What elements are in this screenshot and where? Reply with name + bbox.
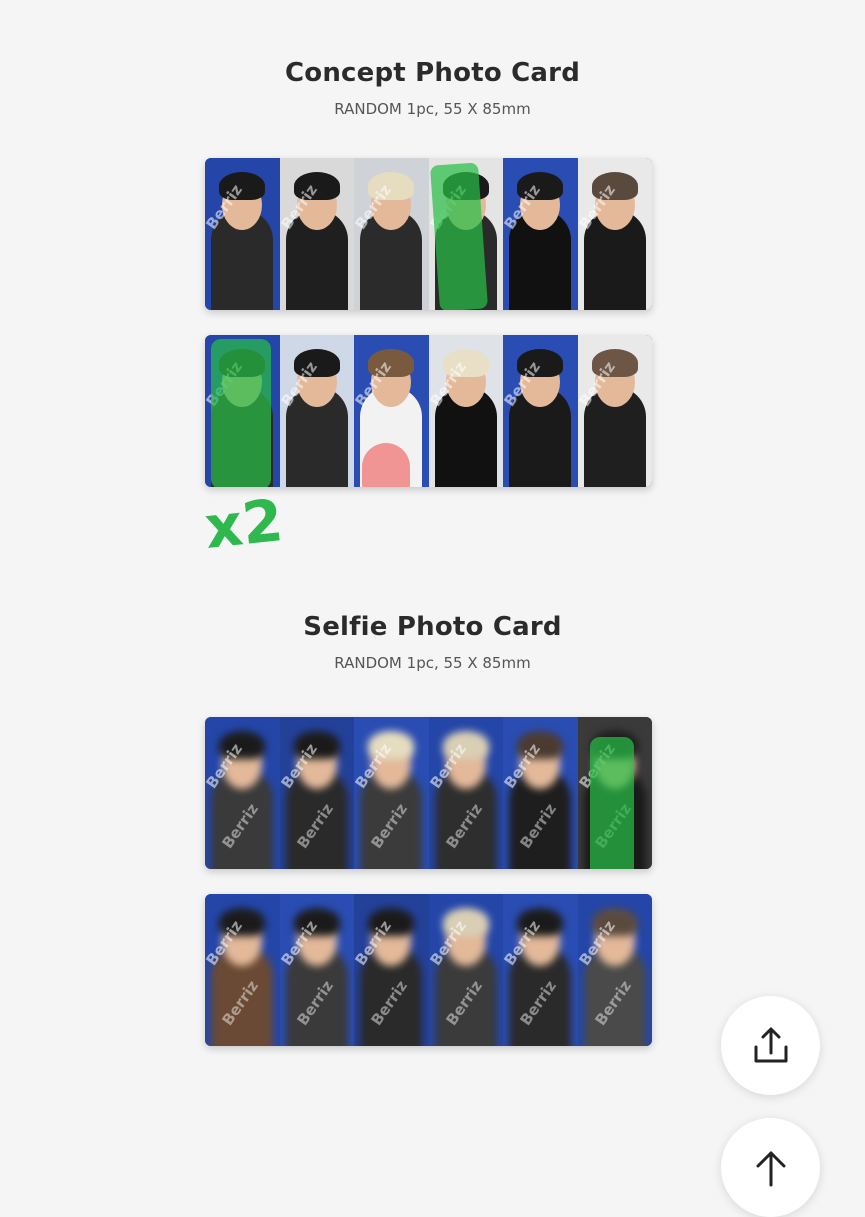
- photo-card: Berriz Berriz: [279, 717, 354, 869]
- scroll-to-top-button[interactable]: [721, 1118, 820, 1217]
- photo-card: Berriz Berriz: [503, 894, 578, 1046]
- photo-card: Berriz: [428, 335, 503, 487]
- photo-card: Berriz: [354, 158, 429, 310]
- photo-card: Berriz: [279, 335, 354, 487]
- selfie-card-row-1: Berriz Berriz Berriz Berriz Berriz Berri…: [205, 717, 652, 869]
- selfie-card-row-2: Berriz Berriz Berriz Berriz Berriz Berri…: [205, 894, 652, 1046]
- photo-card: Berriz Berriz: [354, 717, 429, 869]
- green-highlight-mark: [429, 162, 488, 310]
- photo-card: Berriz Berriz: [577, 894, 652, 1046]
- concept-card-row-2: Berriz Berriz Berriz Berriz Berriz Berri…: [205, 335, 652, 487]
- concept-card-row-1: Berriz Berriz Berriz Berriz Berriz Berri…: [205, 158, 652, 310]
- concept-section-title: Concept Photo Card: [284, 58, 581, 88]
- photo-card: Berriz Berriz: [428, 894, 503, 1046]
- photo-card: Berriz: [205, 335, 280, 487]
- photo-card: Berriz: [279, 158, 354, 310]
- photo-card: Berriz: [577, 335, 652, 487]
- photo-card: Berriz: [503, 335, 578, 487]
- share-button[interactable]: [721, 996, 820, 1095]
- photo-card: Berriz Berriz: [205, 717, 280, 869]
- arrow-up-icon: [756, 1151, 785, 1186]
- photo-card: Berriz Berriz: [354, 894, 429, 1046]
- photo-card: Berriz Berriz: [577, 717, 652, 869]
- photo-card: Berriz: [205, 158, 280, 310]
- concept-section-subtitle: RANDOM 1pc, 55 X 85mm: [334, 100, 531, 118]
- photo-card: Berriz: [577, 158, 652, 310]
- red-highlight-mark: [362, 443, 410, 487]
- green-highlight-mark: [589, 737, 634, 869]
- photo-card: Berriz Berriz: [279, 894, 354, 1046]
- photo-card: Berriz Berriz: [503, 717, 578, 869]
- photo-card: Berriz: [354, 335, 429, 487]
- selfie-section-subtitle: RANDOM 1pc, 55 X 85mm: [334, 654, 531, 672]
- photo-card: Berriz Berriz: [428, 717, 503, 869]
- handwritten-annotation: x2: [201, 486, 287, 562]
- photo-card: Berriz: [503, 158, 578, 310]
- green-highlight-mark: [211, 339, 271, 487]
- photo-card: Berriz Berriz: [205, 894, 280, 1046]
- selfie-section-title: Selfie Photo Card: [303, 612, 562, 642]
- share-icon: [754, 1027, 787, 1062]
- photo-card: Berriz: [428, 158, 503, 310]
